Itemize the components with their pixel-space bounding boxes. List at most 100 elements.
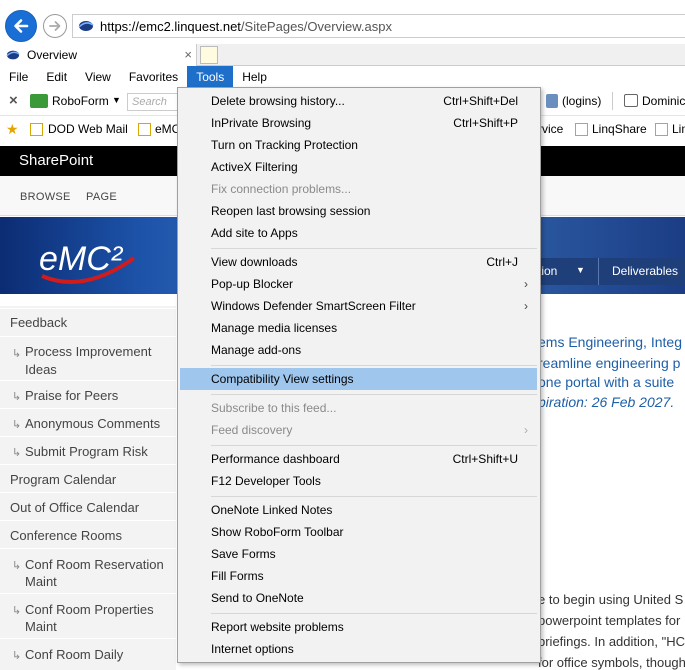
menu-view[interactable]: View — [76, 66, 120, 88]
fav-dod-web-mail[interactable]: DOD Web Mail — [48, 122, 128, 136]
menu-separator — [211, 613, 537, 614]
nav-out-of-office-calendar[interactable]: Out of Office Calendar — [0, 492, 176, 520]
menu-edit[interactable]: Edit — [37, 66, 76, 88]
left-navigation: Feedback ↳ Process Improvement Ideas ↳ P… — [0, 306, 176, 670]
menu-fill-forms[interactable]: Fill Forms — [180, 565, 538, 587]
menu-onenote-linked-notes[interactable]: OneNote Linked Notes — [180, 499, 538, 521]
toolbar-close-button[interactable]: × — [9, 92, 18, 109]
menu-delete-browsing-history[interactable]: Delete browsing history... Ctrl+Shift+Del — [180, 90, 538, 112]
identity-icon — [546, 94, 558, 108]
content-text: for office symbols, though "U — [538, 655, 685, 670]
menu-item-label: Pop-up Blocker — [211, 277, 294, 291]
menu-send-to-onenote[interactable]: Send to OneNote — [180, 587, 538, 609]
nav-feedback[interactable]: Feedback — [0, 308, 176, 336]
menu-reopen-last-session[interactable]: Reopen last browsing session — [180, 200, 538, 222]
url-path: /SitePages/Overview.aspx — [240, 18, 392, 34]
menu-tools[interactable]: Tools — [187, 66, 234, 88]
url-field[interactable]: https://emc2.linquest.net/SitePages/Over… — [72, 14, 685, 38]
menu-performance-dashboard[interactable]: Performance dashboard Ctrl+Shift+U — [180, 448, 538, 470]
nav-conf-room-reservation-maint[interactable]: ↳ Conf Room Reservation Maint — [0, 548, 176, 593]
sub-arrow-icon: ↳ — [12, 605, 22, 617]
chevron-down-icon: ▼ — [112, 95, 121, 105]
url-host: https://emc2.linquest.net — [100, 18, 241, 34]
tab-overview[interactable]: Overview × — [0, 44, 197, 66]
nav-submit-program-risk[interactable]: ↳ Submit Program Risk — [0, 436, 176, 464]
menu-item-shortcut: Ctrl+Shift+Del — [443, 94, 518, 108]
ie-page-icon — [655, 123, 668, 136]
chevron-down-icon: ▼ — [576, 265, 585, 275]
fav-lin[interactable]: Lin — [672, 122, 685, 136]
chevron-right-icon: › — [524, 423, 528, 437]
new-tab-button[interactable] — [200, 46, 218, 64]
tab-page[interactable]: PAGE — [86, 191, 117, 203]
nav-label: Anonymous Comments — [25, 416, 161, 431]
emc2-logo[interactable]: eMC² — [24, 218, 174, 294]
ie-page-icon — [575, 123, 588, 136]
menu-bar: File Edit View Favorites Tools Help — [0, 66, 685, 88]
tools-menu: Delete browsing history... Ctrl+Shift+Del… — [177, 87, 541, 663]
toolbar-divider — [612, 92, 613, 110]
fav-linqshare[interactable]: LinqShare — [592, 122, 647, 136]
sharepoint-title[interactable]: SharePoint — [19, 152, 93, 169]
menu-item-shortcut: Ctrl+J — [486, 255, 518, 269]
menu-tracking-protection[interactable]: Turn on Tracking Protection — [180, 134, 538, 156]
menu-f12-developer-tools[interactable]: F12 Developer Tools — [180, 470, 538, 492]
nav-anonymous-comments[interactable]: ↳ Anonymous Comments — [0, 408, 176, 436]
favorites-star-icon[interactable]: ★ — [6, 121, 19, 138]
forward-button[interactable] — [43, 14, 67, 38]
nav-program-calendar[interactable]: Program Calendar — [0, 464, 176, 492]
menu-view-downloads[interactable]: View downloads Ctrl+J — [180, 251, 538, 273]
menu-save-forms[interactable]: Save Forms — [180, 543, 538, 565]
tab-title: Overview — [27, 48, 78, 62]
menu-fix-connection-problems: Fix connection problems... — [211, 182, 352, 196]
menu-activex-filtering[interactable]: ActiveX Filtering — [180, 156, 538, 178]
identity-card-icon — [624, 94, 638, 107]
nav-label: Process Improvement Ideas — [25, 344, 152, 377]
roboform-search-input[interactable]: Search — [127, 93, 179, 111]
tab-close-button[interactable]: × — [184, 47, 192, 62]
content-text: briefings. In addition, "HC — [538, 634, 685, 649]
arrow-right-icon — [49, 21, 61, 31]
fav-service[interactable]: rvice — [538, 122, 563, 136]
ie-page-icon — [138, 123, 151, 136]
nav-label: Conf Room Daily — [25, 647, 124, 662]
menu-separator — [211, 394, 537, 395]
tab-bar: Overview × — [0, 44, 685, 66]
menu-manage-media-licenses[interactable]: Manage media licenses — [180, 317, 538, 339]
menu-internet-options[interactable]: Internet options — [180, 638, 538, 660]
roboform-icon — [30, 94, 48, 108]
menu-show-roboform-toolbar[interactable]: Show RoboForm Toolbar — [180, 521, 538, 543]
content-text: powerpoint templates for — [538, 613, 681, 628]
nav-process-improvement-ideas[interactable]: ↳ Process Improvement Ideas — [0, 336, 176, 380]
nav-conf-room-daily[interactable]: ↳ Conf Room Daily — [0, 638, 176, 670]
nav-label: Praise for Peers — [25, 388, 119, 403]
nav-label: Submit Program Risk — [25, 444, 148, 459]
menu-manage-addons[interactable]: Manage add-ons — [180, 339, 538, 361]
top-nav: tion ▼ Deliverables — [520, 258, 685, 285]
tab-browse[interactable]: BROWSE — [20, 191, 71, 203]
menu-inprivate-browsing[interactable]: InPrivate Browsing Ctrl+Shift+P — [180, 112, 538, 134]
menu-popup-blocker[interactable]: Pop-up Blocker › — [180, 273, 538, 295]
menu-smartscreen-filter[interactable]: Windows Defender SmartScreen Filter › — [180, 295, 538, 317]
menu-add-site-to-apps[interactable]: Add site to Apps — [180, 222, 538, 244]
dominic-identity-button[interactable]: Dominic — [642, 94, 685, 108]
nav-praise-for-peers[interactable]: ↳ Praise for Peers — [0, 380, 176, 408]
sub-arrow-icon: ↳ — [12, 391, 22, 403]
menu-help[interactable]: Help — [233, 66, 276, 88]
content-text: piration: 26 Feb 2027. — [538, 394, 675, 410]
menu-compatibility-view-settings[interactable]: Compatibility View settings — [180, 368, 537, 390]
ie-page-icon — [30, 123, 43, 136]
nav-conf-room-properties-maint[interactable]: ↳ Conf Room Properties Maint — [0, 593, 176, 638]
menu-item-label: Performance dashboard — [211, 452, 340, 466]
menu-favorites[interactable]: Favorites — [120, 66, 187, 88]
nav-label: Conf Room Properties Maint — [25, 602, 154, 634]
menu-file[interactable]: File — [0, 66, 37, 88]
menu-separator — [211, 496, 537, 497]
menu-report-website-problems[interactable]: Report website problems — [180, 616, 538, 638]
back-button[interactable] — [5, 10, 37, 42]
nav-conference-rooms[interactable]: Conference Rooms — [0, 520, 176, 548]
top-nav-deliverables[interactable]: Deliverables — [612, 264, 678, 278]
sub-arrow-icon: ↳ — [12, 560, 22, 572]
logins-button[interactable]: (logins) — [562, 94, 601, 108]
roboform-button[interactable]: RoboForm — [52, 94, 109, 108]
